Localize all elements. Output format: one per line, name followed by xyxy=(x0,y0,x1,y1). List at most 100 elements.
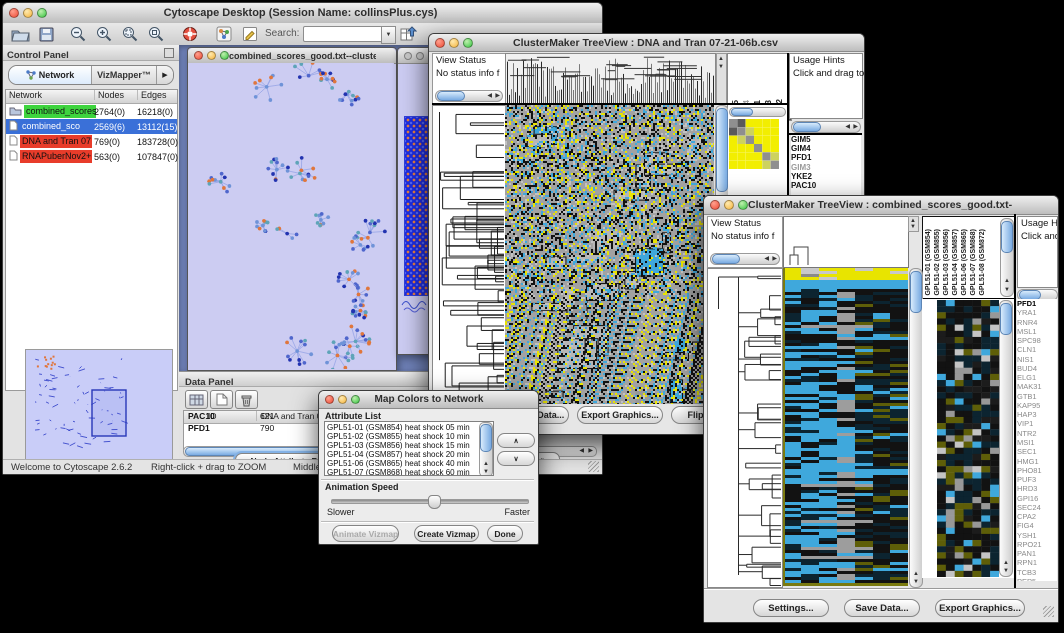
zoom-in-icon[interactable] xyxy=(93,25,115,43)
zoom-window-icon[interactable] xyxy=(738,200,748,210)
slider-thumb[interactable] xyxy=(428,495,441,509)
network-table-row[interactable]: RNAPuberNov2+N563(0)107847(0) xyxy=(6,149,177,164)
tv2-zoom-submatrix[interactable] xyxy=(937,300,999,577)
tab-vizmapper[interactable]: VizMapper™ xyxy=(92,66,157,84)
zoom-window-icon[interactable] xyxy=(463,38,473,48)
zoom-window-icon[interactable] xyxy=(351,395,360,404)
scroll-thumb[interactable] xyxy=(716,108,728,192)
annotation-icon[interactable] xyxy=(239,25,261,43)
scroll-right-icon[interactable]: ▶ xyxy=(495,93,500,99)
tv1-status-scrollbar[interactable]: ◀ ▶ xyxy=(435,90,503,102)
scroll-up-icon[interactable]: ▲ xyxy=(483,461,489,467)
import-table-icon[interactable] xyxy=(397,25,419,43)
scroll-thumb[interactable] xyxy=(1001,221,1013,253)
tab-network[interactable]: Network xyxy=(9,66,92,84)
move-down-button[interactable]: ∨ xyxy=(497,451,535,466)
scroll-thumb[interactable] xyxy=(793,122,821,132)
close-icon[interactable] xyxy=(325,395,334,404)
scroll-down-icon[interactable]: ▼ xyxy=(483,469,489,475)
network-overview[interactable] xyxy=(25,349,173,461)
treeview1-titlebar[interactable]: ClusterMaker TreeView : DNA and Tran 07-… xyxy=(429,34,864,52)
col-header-network[interactable]: Network xyxy=(9,90,42,100)
scroll-thumb[interactable] xyxy=(437,91,465,101)
tv2-column-dendrogram[interactable] xyxy=(783,216,909,268)
search-input[interactable] xyxy=(303,26,383,42)
scroll-right-icon[interactable]: ▶ xyxy=(772,256,777,262)
cytoscape-titlebar[interactable]: Cytoscape Desktop (Session Name: collins… xyxy=(3,3,602,24)
save-icon[interactable] xyxy=(35,25,57,43)
resize-grip[interactable] xyxy=(1043,606,1054,617)
tv1-usage-scrollbar[interactable]: ◀ ▶ xyxy=(791,121,861,133)
minimize-icon[interactable] xyxy=(724,200,734,210)
scroll-thumb[interactable] xyxy=(480,424,492,452)
tv1-sub-scrollbar[interactable] xyxy=(729,107,786,117)
tv1-row-dendrogram[interactable] xyxy=(432,105,506,406)
close-icon[interactable] xyxy=(194,51,203,60)
tv2-vscrollbar[interactable]: ▲ ▼ xyxy=(909,268,923,588)
tv1-spinner[interactable]: ▲▼ xyxy=(716,53,727,105)
tv2-labels-scrollbar[interactable]: ▲ ▼ xyxy=(1000,218,1014,297)
scroll-up-icon[interactable]: ▲ xyxy=(1003,560,1009,566)
tv2-heatmap[interactable] xyxy=(783,268,908,586)
create-vizmap-button[interactable]: Create Vizmap xyxy=(414,525,479,542)
attribute-listbox[interactable]: GPL51-01 (GSM854) heat shock 05 minGPL51… xyxy=(324,421,494,476)
scroll-up-icon[interactable]: ▲ xyxy=(1004,278,1010,284)
network-table-row[interactable]: combined_sco2569(6)13112(15) xyxy=(6,119,177,134)
open-icon[interactable] xyxy=(9,25,31,43)
tv1-column-dendrogram[interactable] xyxy=(505,53,716,105)
scroll-thumb[interactable] xyxy=(731,108,753,116)
done-button[interactable]: Done xyxy=(487,525,523,542)
attribute-list-item[interactable]: GPL51-04 (GSM857) heat shock 20 min xyxy=(327,450,491,459)
attribute-list-item[interactable]: GPL51-06 (GSM865) heat shock 40 min xyxy=(327,459,491,468)
attribute-list-item[interactable]: GPL51-02 (GSM855) heat shock 10 min xyxy=(327,432,491,441)
scroll-left-icon[interactable]: ◀ xyxy=(579,448,584,454)
help-icon[interactable] xyxy=(179,25,201,43)
search-dropdown-button[interactable]: ▼ xyxy=(381,26,396,44)
treeview2-titlebar[interactable]: ClusterMaker TreeView : combined_scores_… xyxy=(704,196,1058,215)
attribute-list-item[interactable]: GPL51-01 (GSM854) heat shock 05 min xyxy=(327,423,491,432)
network-canvas[interactable] xyxy=(188,63,394,369)
export-graphics-button[interactable]: Export Graphics... xyxy=(577,406,663,424)
scroll-thumb[interactable] xyxy=(712,254,740,264)
scroll-down-icon[interactable]: ▼ xyxy=(1003,568,1009,574)
attribute-table-icon[interactable] xyxy=(185,390,208,409)
close-icon[interactable] xyxy=(9,8,19,18)
minimize-icon[interactable] xyxy=(207,51,216,60)
zoom-window-icon[interactable] xyxy=(37,8,47,18)
col-header-edges[interactable]: Edges xyxy=(137,90,167,100)
resize-grip[interactable] xyxy=(588,461,599,472)
zoom-fit-icon[interactable] xyxy=(145,25,167,43)
float-panel-icon[interactable] xyxy=(164,48,174,58)
scroll-thumb[interactable] xyxy=(1000,303,1012,335)
scroll-up-icon[interactable]: ▲ xyxy=(913,571,919,577)
zoom-selected-icon[interactable] xyxy=(119,25,141,43)
scroll-left-icon[interactable]: ◀ xyxy=(845,124,850,130)
tv2-status-scrollbar[interactable]: ◀ ▶ xyxy=(710,253,780,265)
animation-speed-slider[interactable] xyxy=(331,499,529,504)
scroll-down-icon[interactable]: ▼ xyxy=(913,579,919,585)
network-view-titlebar[interactable]: combined_scores_good.txt--cluste... xyxy=(188,48,396,64)
zoom-window-icon[interactable] xyxy=(220,51,229,60)
tv2-row-dendrogram[interactable] xyxy=(707,268,783,588)
network-table-row[interactable]: DNA and Tran 07769(0)183728(0) xyxy=(6,134,177,149)
attribute-list-item[interactable]: GPL51-03 (GSM856) heat shock 15 min xyxy=(327,441,491,450)
network-table-row[interactable]: combined_scores2764(0)16218(0) xyxy=(6,104,177,119)
scroll-thumb[interactable] xyxy=(910,271,922,313)
settings-button[interactable]: Settings... xyxy=(753,599,829,617)
tv2-sub-scrollbar[interactable]: ▲ ▼ xyxy=(999,300,1013,577)
scroll-down-icon[interactable]: ▼ xyxy=(1004,287,1010,293)
scroll-left-icon[interactable]: ◀ xyxy=(487,93,492,99)
move-up-button[interactable]: ∧ xyxy=(497,433,535,448)
save-data-button[interactable]: Save Data... xyxy=(844,599,920,617)
col-header-nodes[interactable]: Nodes xyxy=(94,90,124,100)
delete-attribute-icon[interactable] xyxy=(235,390,258,409)
animate-vizmap-button[interactable]: Animate Vizmap xyxy=(332,525,399,542)
tab-overflow-arrow[interactable]: ▶ xyxy=(157,66,173,84)
attribute-list-item[interactable]: GPL51-07 (GSM868) heat shock 60 min xyxy=(327,468,491,476)
tv1-heatmap[interactable] xyxy=(505,105,714,404)
tv1-correlation-submatrix[interactable] xyxy=(729,119,779,169)
close-icon[interactable] xyxy=(710,200,720,210)
tv2-spinner[interactable]: ▲▼ xyxy=(908,216,919,232)
minimize-icon[interactable] xyxy=(416,52,424,60)
minimize-icon[interactable] xyxy=(23,8,33,18)
